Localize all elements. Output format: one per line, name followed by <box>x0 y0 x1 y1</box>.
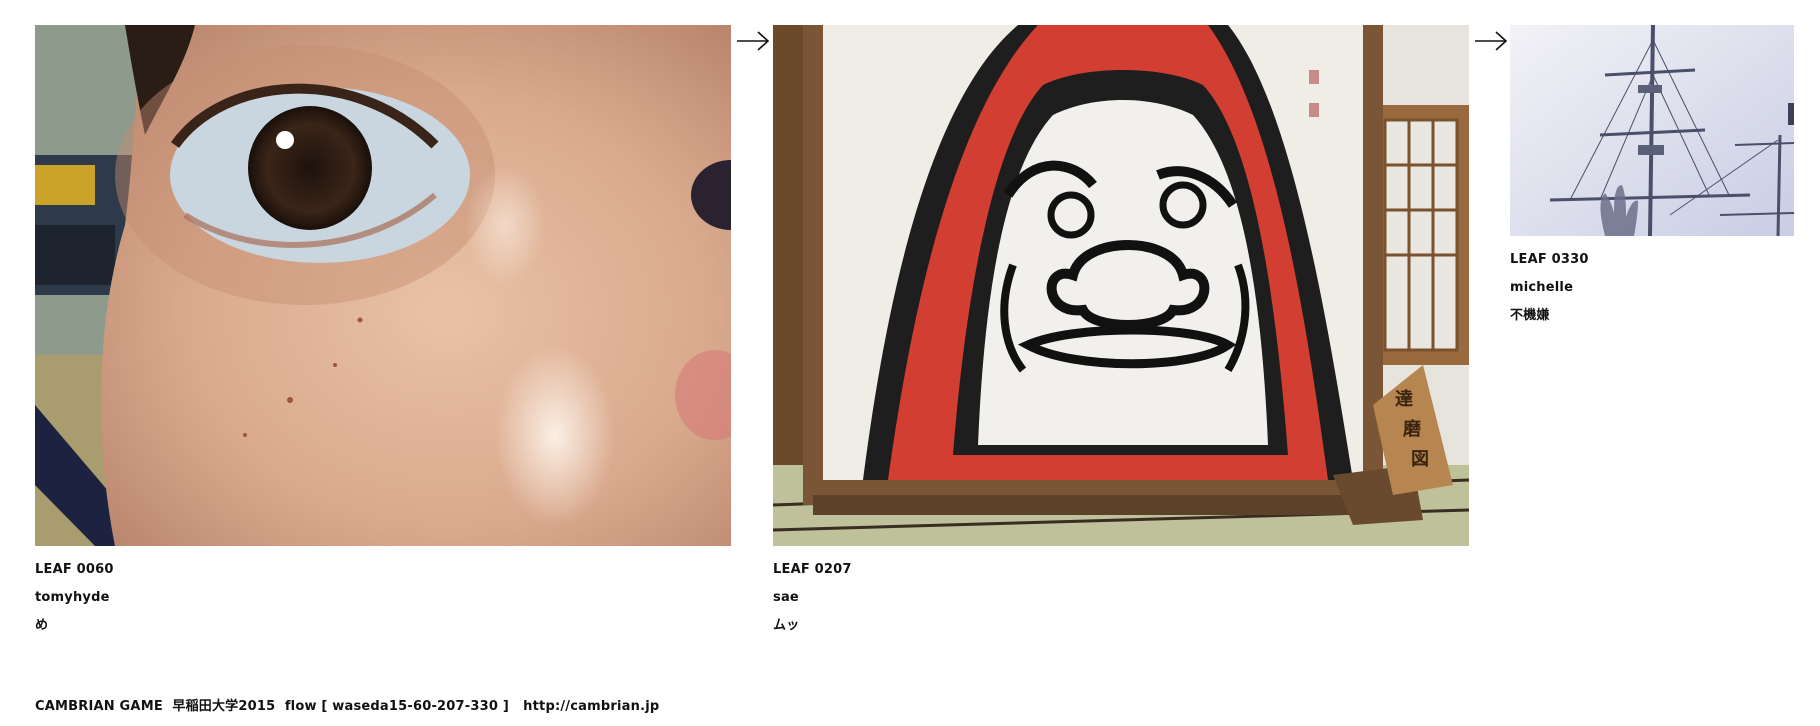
leaf-comment: 不機嫌 <box>1510 308 1550 323</box>
right-arrow-icon <box>1475 31 1508 51</box>
eye-closeup-image <box>35 25 731 546</box>
leaf-comment: ムッ <box>773 618 800 633</box>
sign-lettering: 図 <box>1411 449 1429 470</box>
ship-masts-image <box>1510 25 1794 236</box>
leaf-caption: LEAF 0060 tomyhyde め <box>35 556 731 640</box>
leaf-photo[interactable] <box>35 25 731 546</box>
leaf-id[interactable]: LEAF 0207 <box>773 556 1469 584</box>
leaf-user[interactable]: tomyhyde <box>35 584 731 612</box>
leaf-card: 達 磨 図 LEAF 0207 sae ムッ <box>773 25 1469 640</box>
daruma-screen-image: 達 磨 図 <box>773 25 1469 546</box>
leaf-card: LEAF 0060 tomyhyde め <box>35 25 731 640</box>
leaf-user[interactable]: michelle <box>1510 274 1794 302</box>
leaf-caption: LEAF 0207 sae ムッ <box>773 556 1469 640</box>
site-footer: CAMBRIAN GAME 早稲田大学2015 flow [ waseda15-… <box>35 695 659 714</box>
footer-game-name[interactable]: CAMBRIAN GAME <box>35 699 163 714</box>
sign-lettering: 磨 <box>1403 418 1421 440</box>
leaf-photo[interactable] <box>1510 25 1794 236</box>
leaf-id[interactable]: LEAF 0060 <box>35 556 731 584</box>
footer-url-link[interactable]: http://cambrian.jp <box>523 699 659 714</box>
footer-flow: flow [ waseda15-60-207-330 ] <box>284 699 509 714</box>
leaf-card: LEAF 0330 michelle 不機嫌 <box>1510 25 1794 330</box>
right-arrow-icon <box>737 31 770 51</box>
footer-venue: 早稲田大学2015 <box>172 699 276 714</box>
leaf-comment: め <box>35 618 49 633</box>
leaf-caption: LEAF 0330 michelle 不機嫌 <box>1510 246 1794 330</box>
sign-lettering: 達 <box>1395 389 1413 410</box>
leaf-photo[interactable]: 達 磨 図 <box>773 25 1469 546</box>
leaf-user[interactable]: sae <box>773 584 1469 612</box>
leaf-id[interactable]: LEAF 0330 <box>1510 246 1794 274</box>
